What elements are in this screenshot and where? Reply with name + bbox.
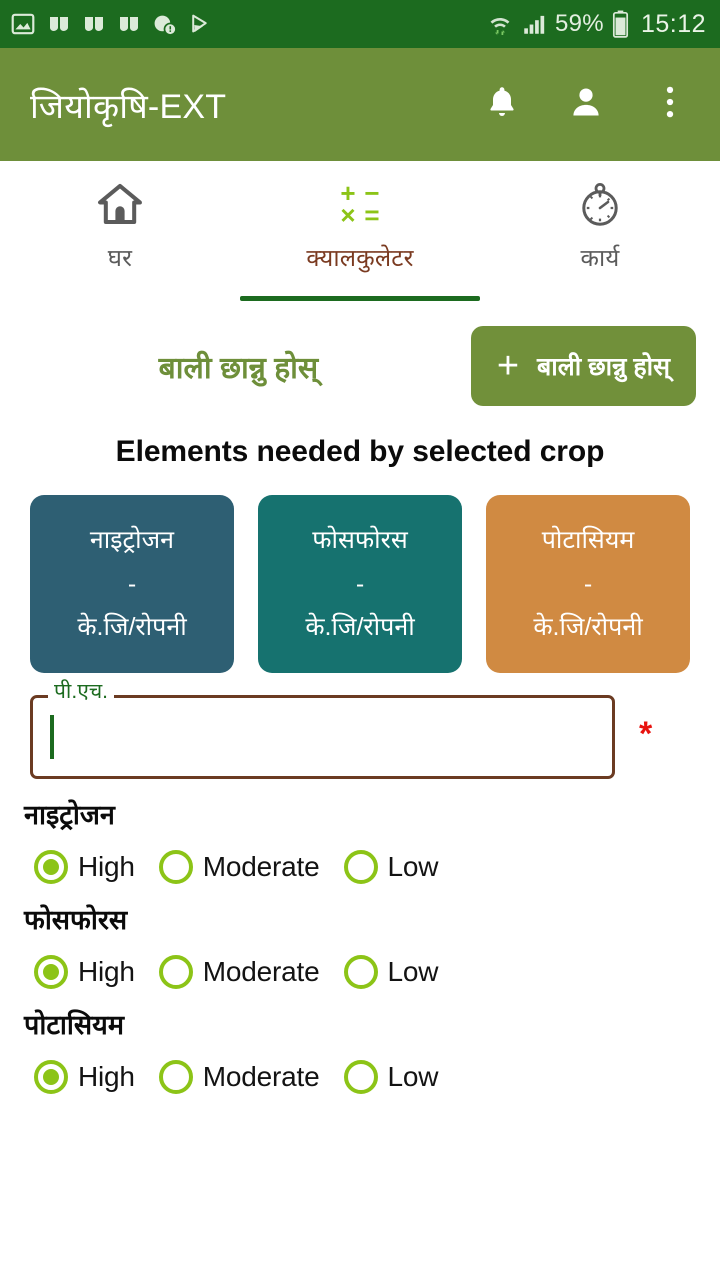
- radio-button-icon: [34, 955, 68, 989]
- stopwatch-icon: [576, 177, 624, 231]
- calc-equals-glyph: =: [364, 200, 380, 230]
- nutrient-card-nitrogen: नाइट्रोजन - के.जि/रोपनी: [30, 495, 234, 673]
- radio-label: High: [78, 956, 135, 987]
- status-bar-system-icons: 59% 15:12: [487, 10, 706, 39]
- tab-home-label: घर: [107, 245, 133, 272]
- viber-icon: [47, 12, 71, 36]
- radio-button-icon: [34, 1060, 68, 1094]
- nutrient-card-name: पोटासियम: [541, 525, 635, 554]
- tab-calculator-label: क्यालकुलेटर: [306, 245, 414, 272]
- select-crop-button[interactable]: + बाली छान्नु होस्: [470, 326, 696, 406]
- select-crop-button-label: बाली छान्नु होस्: [537, 353, 670, 381]
- nutrient-card-name: नाइट्रोजन: [89, 525, 175, 554]
- radio-button-icon: [34, 850, 68, 884]
- radio-button-icon: [158, 1060, 193, 1094]
- radio-label: Moderate: [202, 851, 320, 882]
- radio-potassium-moderate[interactable]: Moderate: [149, 1060, 334, 1094]
- nutrient-card-unit: के.जि/रोपनी: [77, 613, 187, 641]
- nutrient-card-unit: के.जि/रोपनी: [533, 613, 643, 641]
- nutrient-card-value: -: [127, 569, 137, 598]
- nutrient-cards: नाइट्रोजन - के.जि/रोपनी फोसफोरस - के.जि/…: [0, 469, 720, 673]
- radio-button-icon: [343, 1060, 378, 1094]
- battery-icon: [612, 10, 629, 38]
- cellular-signal-icon: [521, 11, 547, 37]
- overflow-menu-button[interactable]: [650, 85, 690, 125]
- crop-selection-row: बाली छान्नु होस् + बाली छान्नु होस्: [0, 301, 720, 413]
- radio-potassium-high[interactable]: High: [24, 1060, 149, 1094]
- radio-label: High: [78, 851, 135, 882]
- radio-nitrogen-low[interactable]: Low: [334, 850, 453, 884]
- tab-bar: घर + − × = क्यालकुलेटर कार्य: [0, 161, 720, 301]
- radio-button-icon: [343, 955, 378, 989]
- nutrient-card-value: -: [355, 569, 365, 598]
- radio-label: Moderate: [202, 956, 320, 987]
- radio-label: Moderate: [202, 1061, 320, 1092]
- radio-group-phosphorus: फोसफोरस High Moderate Low: [0, 884, 720, 989]
- radio-nitrogen-high[interactable]: High: [24, 850, 149, 884]
- radio-group-title: पोटासियम: [24, 1010, 124, 1040]
- profile-button[interactable]: [566, 85, 606, 125]
- text-cursor: [50, 715, 54, 759]
- nutrient-card-value: -: [583, 569, 593, 598]
- home-icon: [95, 177, 145, 231]
- selected-crop-title: बाली छान्नु होस्: [158, 351, 319, 385]
- play-store-icon: [188, 12, 213, 37]
- required-asterisk: *: [639, 715, 653, 753]
- viber-icon: [117, 12, 141, 36]
- nutrient-card-phosphorus: फोसफोरस - के.जि/रोपनी: [258, 495, 462, 673]
- radio-nitrogen-moderate[interactable]: Moderate: [149, 850, 334, 884]
- tab-calculator[interactable]: + − × = क्यालकुलेटर: [240, 161, 480, 301]
- radio-group-potassium: पोटासियम High Moderate Low: [0, 989, 720, 1094]
- status-bar-notification-icons: [10, 11, 213, 37]
- radio-options: High Moderate Low: [24, 955, 690, 989]
- app-bar: जियोकृषि-EXT: [0, 48, 720, 161]
- radio-group-title: नाइट्रोजन: [24, 800, 115, 830]
- app-bar-actions: [482, 85, 698, 125]
- radio-label: Low: [387, 1061, 439, 1092]
- tab-tasks-label: कार्य: [580, 245, 620, 272]
- ph-field: पी.एच.: [30, 681, 615, 779]
- radio-phosphorus-moderate[interactable]: Moderate: [149, 955, 334, 989]
- viber-icon: [82, 12, 106, 36]
- radio-group-nitrogen: नाइट्रोजन High Moderate Low: [0, 779, 720, 884]
- battery-percent-label: 59%: [555, 10, 604, 37]
- radio-options: High Moderate Low: [24, 850, 690, 884]
- more-vertical-icon: [655, 85, 685, 124]
- radio-button-icon: [343, 850, 378, 884]
- status-bar: 59% 15:12: [0, 0, 720, 48]
- radio-group-title: फोसफोरस: [24, 905, 128, 935]
- ph-field-label: पी.एच.: [48, 681, 114, 702]
- radio-phosphorus-high[interactable]: High: [24, 955, 149, 989]
- nutrient-card-name: फोसफोरस: [312, 525, 408, 554]
- elements-section-heading: Elements needed by selected crop: [115, 435, 605, 468]
- ph-field-row: पी.एच. *: [0, 673, 720, 779]
- nutrient-card-potassium: पोटासियम - के.जि/रोपनी: [486, 495, 690, 673]
- radio-label: High: [78, 1061, 135, 1092]
- radio-label: Low: [387, 956, 439, 987]
- clock-label: 15:12: [640, 9, 706, 38]
- wifi-icon: [487, 11, 513, 37]
- bell-icon: [484, 84, 520, 125]
- app-title: जियोकृषि-EXT: [30, 87, 227, 126]
- person-icon: [568, 84, 604, 125]
- tab-home[interactable]: घर: [0, 161, 240, 301]
- app-info-icon: [152, 12, 177, 37]
- radio-button-icon: [158, 850, 193, 884]
- calc-times-glyph: ×: [340, 200, 356, 230]
- plus-icon: +: [496, 345, 520, 387]
- calculator-icon: + − × =: [336, 177, 384, 231]
- radio-button-icon: [158, 955, 193, 989]
- screenshot-icon: [10, 11, 36, 37]
- app-root: 59% 15:12 जियोकृषि-EXT घर + − × = क्यालक…: [0, 0, 720, 1280]
- radio-phosphorus-low[interactable]: Low: [334, 955, 453, 989]
- ph-input[interactable]: [30, 695, 615, 779]
- notifications-button[interactable]: [482, 85, 522, 125]
- radio-label: Low: [387, 851, 439, 882]
- radio-options: High Moderate Low: [24, 1060, 690, 1094]
- tab-tasks[interactable]: कार्य: [480, 161, 720, 301]
- nutrient-card-unit: के.जि/रोपनी: [305, 613, 415, 641]
- radio-potassium-low[interactable]: Low: [334, 1060, 453, 1094]
- tab-active-indicator: [240, 296, 480, 301]
